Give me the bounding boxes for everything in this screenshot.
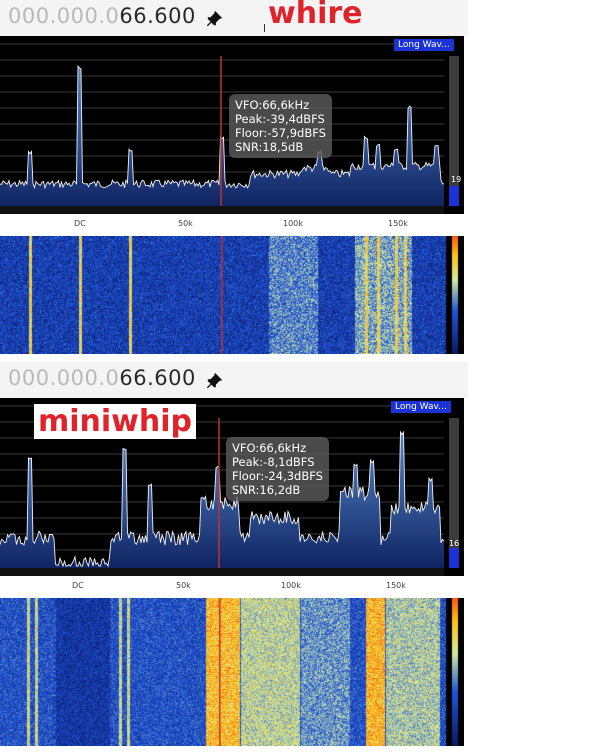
waterfall-canvas <box>0 598 464 746</box>
peak-readout: Peak:-39,4dBFS <box>235 112 325 126</box>
floor-readout: Floor:-57,9dBFS <box>235 126 326 140</box>
snr-readout: SNR:18,5dB <box>235 140 304 154</box>
frequency-digits-dim: 000.000.0 <box>8 366 120 390</box>
frequency-bar[interactable]: 000.000.066.600 <box>0 362 468 398</box>
frequency-bar[interactable]: 000.000.066.600 <box>0 0 468 36</box>
spectrum-plot[interactable]: Long Wav... VFO:66,6kHz Peak:-39,4dBFS F… <box>0 36 464 214</box>
text-cursor <box>264 24 265 32</box>
axis-tick-100k: 100k <box>283 219 303 228</box>
pin-icon[interactable] <box>206 372 224 390</box>
frequency-digits-dim: 000.000.0 <box>8 4 120 28</box>
mode-badge[interactable]: Long Wav... <box>391 401 451 413</box>
axis-tick-dc: DC <box>72 581 84 590</box>
snr-readout: SNR:16,2dB <box>232 483 301 497</box>
axis-tick-100k: 100k <box>281 581 301 590</box>
signal-info-box: VFO:66,6kHz Peak:-8,1dBFS Floor:-24,3dBF… <box>226 437 329 501</box>
vfo-readout: VFO:66,6kHz <box>235 98 310 112</box>
waterfall-canvas <box>0 236 464 354</box>
axis-tick-150k: 150k <box>386 581 406 590</box>
frequency-digits-active: 66.600 <box>119 4 196 28</box>
signal-info-box: VFO:66,6kHz Peak:-39,4dBFS Floor:-57,9dB… <box>229 94 332 158</box>
scale-value: 19 <box>451 175 462 184</box>
antenna-label-miniwhip: miniwhip <box>34 404 197 439</box>
axis-tick-50k: 50k <box>176 581 191 590</box>
antenna-label-whire: whire <box>268 0 363 31</box>
mode-badge[interactable]: Long Wav... <box>394 39 454 51</box>
pin-icon[interactable] <box>206 10 224 28</box>
axis-tick-50k: 50k <box>178 219 193 228</box>
peak-readout: Peak:-8,1dBFS <box>232 455 315 469</box>
scale-value: 16 <box>449 539 460 548</box>
axis-tick-dc: DC <box>74 219 86 228</box>
waterfall-display[interactable] <box>0 236 464 354</box>
frequency-display[interactable]: 000.000.066.600 <box>8 366 196 390</box>
frequency-digits-active: 66.600 <box>119 366 196 390</box>
waterfall-display[interactable] <box>0 598 464 746</box>
vfo-readout: VFO:66,6kHz <box>232 441 307 455</box>
axis-tick-150k: 150k <box>388 219 408 228</box>
frequency-display[interactable]: 000.000.066.600 <box>8 4 196 28</box>
floor-readout: Floor:-24,3dBFS <box>232 469 323 483</box>
